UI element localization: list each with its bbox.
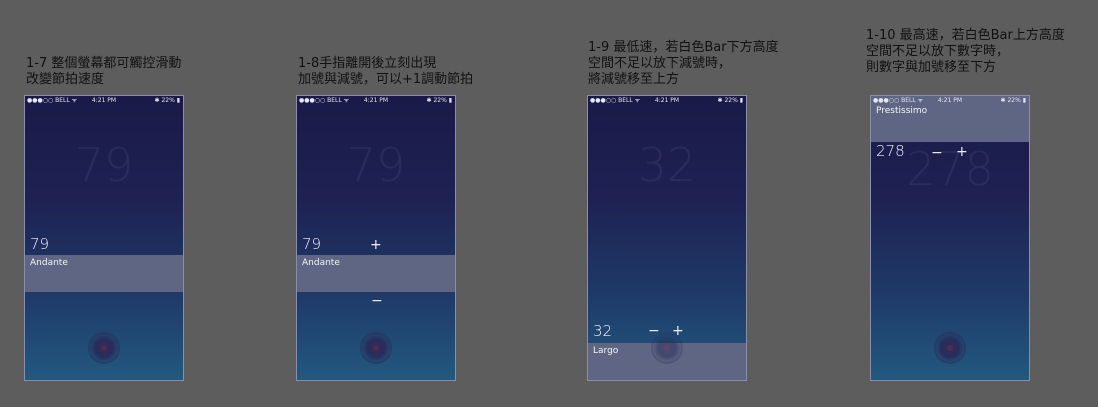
phone-screen-4[interactable]: ●●●○○ BELL ᯤ 4:21 PM ✱ 22% ▮ Prestissimo… (870, 95, 1030, 381)
caption-1-8: 1-8手指離開後立刻出現 加號與減號，可以+1調動節拍 (298, 56, 473, 88)
caption-1-9: 1-9 最低速，若白色Bar下方高度 空間不足以放下減號時， 將減號移至上方 (588, 40, 779, 88)
bpm-value: 79 (30, 235, 50, 253)
caption-line: 改變節拍速度 (26, 72, 105, 87)
caption-line: 1-10 最高速，若白色Bar上方高度 (866, 28, 1065, 43)
phone-screen-3[interactable]: ●●●○○ BELL ᯤ 4:21 PM ✱ 22% ▮ 32 32 − + L… (587, 95, 747, 381)
caption-1-7: 1-7 整個螢幕都可觸控滑動 改變節拍速度 (26, 56, 181, 88)
bpm-value: 278 (876, 142, 905, 160)
minus-button[interactable]: − (371, 294, 383, 308)
tempo-name: Andante (302, 258, 340, 268)
bpm-value: 79 (302, 235, 322, 253)
status-bar: ●●●○○ BELL ᯤ 4:21 PM ✱ 22% ▮ (588, 96, 746, 106)
pulse-indicator-icon[interactable] (936, 334, 964, 362)
caption-line: 將減號移至上方 (588, 72, 680, 87)
tempo-name: Prestissimo (876, 106, 928, 116)
tempo-bar[interactable]: Andante (25, 255, 183, 292)
pulse-indicator-icon[interactable] (90, 334, 118, 362)
bpm-value: 32 (593, 322, 613, 340)
battery-indicator: ✱ 22% ▮ (154, 97, 180, 104)
caption-1-10: 1-10 最高速，若白色Bar上方高度 空間不足以放下數字時， 則數字與加號移至… (866, 28, 1065, 76)
caption-line: 1-7 整個螢幕都可觸控滑動 (26, 56, 182, 71)
plus-button[interactable]: + (956, 145, 968, 159)
pulse-indicator-icon[interactable] (362, 334, 390, 362)
status-bar: ●●●○○ BELL ᯤ 4:21 PM ✱ 22% ▮ (297, 96, 455, 106)
background-bpm: 79 (346, 138, 406, 192)
tempo-bar[interactable]: Andante (297, 255, 455, 292)
tempo-name: Largo (593, 346, 619, 356)
status-bar: ●●●○○ BELL ᯤ 4:21 PM ✱ 22% ▮ (25, 96, 183, 106)
caption-line: 空間不足以放下減號時， (588, 56, 732, 71)
minus-button[interactable]: − (931, 146, 943, 160)
phone-screen-1[interactable]: ●●●○○ BELL ᯤ 4:21 PM ✱ 22% ▮ 79 79 Andan… (24, 95, 184, 381)
caption-line: 1-8手指離開後立刻出現 (298, 56, 437, 71)
pulse-indicator-icon[interactable] (653, 334, 681, 362)
background-bpm: 32 (637, 138, 697, 192)
caption-line: 1-9 最低速，若白色Bar下方高度 (588, 40, 779, 55)
caption-line: 則數字與加號移至下方 (866, 60, 997, 75)
caption-line: 空間不足以放下數字時， (866, 44, 1010, 59)
caption-line: 加號與減號，可以+1調動節拍 (298, 72, 474, 87)
plus-button[interactable]: + (370, 238, 382, 252)
phone-screen-2[interactable]: ●●●○○ BELL ᯤ 4:21 PM ✱ 22% ▮ 79 79 + And… (296, 95, 456, 381)
background-bpm: 79 (74, 138, 134, 192)
tempo-name: Andante (30, 258, 68, 268)
battery-indicator: ✱ 22% ▮ (426, 97, 452, 104)
battery-indicator: ✱ 22% ▮ (717, 97, 743, 104)
tempo-bar[interactable]: Prestissimo (871, 104, 1029, 142)
